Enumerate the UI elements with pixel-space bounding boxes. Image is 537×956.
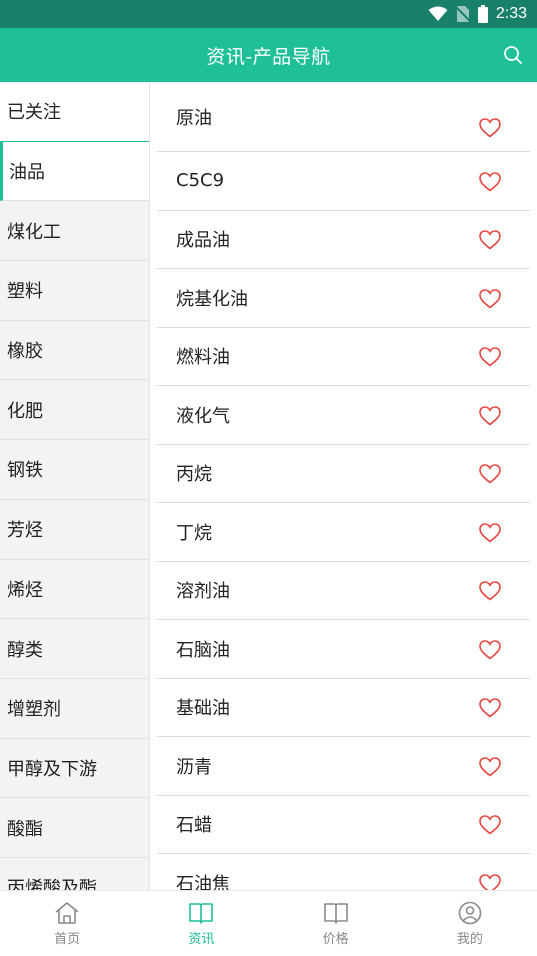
product-label: 原油 [176,107,212,129]
product-label: 烷基化油 [176,288,248,310]
product-label: 基础油 [176,698,230,720]
app-bar: 资讯-产品导航 [0,28,537,82]
heart-outline-icon[interactable] [478,873,502,890]
sidebar-item-acid-esters[interactable]: 酸酯 [0,798,149,858]
sidebar-item-oil[interactable]: 油品 [0,141,149,202]
list-item[interactable]: 液化气 [157,386,530,445]
heart-outline-icon[interactable] [478,463,502,485]
sidebar-item-label: 甲醇及下游 [7,758,97,780]
list-item[interactable]: 燃料油 [157,328,530,386]
list-item[interactable]: 石油焦 [157,854,530,890]
book-icon [323,901,349,925]
user-icon [457,901,483,925]
product-label: 石油焦 [176,873,230,890]
nav-label: 资讯 [188,932,215,947]
status-bar: 2:33 [0,0,537,28]
nav-label: 首页 [54,932,81,947]
sidebar-item-label: 酸酯 [7,818,43,840]
product-label: 成品油 [176,230,230,252]
home-icon [54,901,80,925]
product-label: 丙烷 [176,464,212,486]
heart-outline-icon[interactable] [478,346,502,368]
heart-outline-icon[interactable] [478,288,502,310]
sidebar-item-label: 芳烃 [7,520,43,542]
list-item[interactable]: 烷基化油 [157,269,530,328]
heart-outline-icon[interactable] [478,814,502,836]
no-sim-icon [455,5,470,23]
heart-outline-icon[interactable] [478,580,502,602]
list-item[interactable]: 基础油 [157,679,530,737]
nav-item-price[interactable]: 价格 [269,891,403,956]
nav-label: 我的 [456,932,483,947]
sidebar-item-plastics[interactable]: 塑料 [0,261,149,321]
sidebar-item-label: 煤化工 [7,221,61,243]
product-label: 燃料油 [176,347,230,369]
nav-item-news[interactable]: 资讯 [134,891,268,956]
list-item[interactable]: 丙烷 [157,445,530,503]
status-time: 2:33 [495,5,527,22]
sidebar-item-label: 橡胶 [7,341,43,363]
battery-icon [477,5,488,23]
nav-item-profile[interactable]: 我的 [403,891,537,956]
heart-outline-icon[interactable] [478,229,502,251]
sidebar-item-acrylic-acid[interactable]: 丙烯酸及酯 [0,858,149,890]
sidebar-item-label: 丙烯酸及酯 [7,878,97,890]
sidebar-item-label: 烯烃 [7,579,43,601]
sidebar-item-rubber[interactable]: 橡胶 [0,321,149,381]
search-button[interactable] [501,43,525,67]
product-label: 石脑油 [176,639,230,661]
product-label: 石蜡 [176,815,212,837]
sidebar-item-methanol-downstream[interactable]: 甲醇及下游 [0,739,149,799]
sidebar-item-label: 油品 [9,162,45,184]
product-list: 原油 C5C9 成品油 烷基化油 燃料油 液化气 丙烷 丁烷 溶剂油 石脑油 基… [150,82,537,890]
category-sidebar: 已关注 油品 煤化工 塑料 橡胶 化肥 钢铁 芳烃 烯烃 醇类 增塑剂 甲醇及下… [0,82,150,890]
list-item[interactable]: 溶剂油 [157,562,530,620]
list-item[interactable]: 沥青 [157,737,530,796]
heart-outline-icon[interactable] [478,639,502,661]
list-item[interactable]: 石脑油 [157,620,530,679]
sidebar-item-olefins[interactable]: 烯烃 [0,560,149,620]
heart-outline-icon[interactable] [478,171,502,193]
list-item[interactable]: 成品油 [157,211,530,269]
product-label: 液化气 [176,405,230,427]
search-icon [503,45,523,65]
sidebar-item-label: 塑料 [7,281,43,303]
heart-outline-icon[interactable] [478,756,502,778]
sidebar-item-alcohols[interactable]: 醇类 [0,619,149,679]
product-label: 沥青 [176,756,212,778]
nav-item-home[interactable]: 首页 [0,891,134,956]
product-label: C5C9 [176,170,225,192]
product-label: 丁烷 [176,522,212,544]
list-item[interactable]: C5C9 [157,152,530,211]
sidebar-item-aromatics[interactable]: 芳烃 [0,500,149,560]
sidebar-item-label: 化肥 [7,400,43,422]
sidebar-item-label: 钢铁 [7,460,43,482]
wifi-icon [428,6,448,22]
bottom-nav: 首页 资讯 价格 我的 [0,890,537,956]
sidebar-item-label: 醇类 [7,639,43,661]
nav-label: 价格 [322,932,349,947]
list-item[interactable]: 石蜡 [157,796,530,854]
heart-outline-icon[interactable] [478,117,502,139]
sidebar-item-coal-chemical[interactable]: 煤化工 [0,201,149,262]
list-item[interactable]: 原油 [157,82,530,152]
page-title: 资讯-产品导航 [206,45,331,68]
product-label: 溶剂油 [176,581,230,603]
sidebar-item-fertilizer[interactable]: 化肥 [0,380,149,441]
sidebar-item-plasticizers[interactable]: 增塑剂 [0,679,149,739]
sidebar-item-label: 已关注 [7,102,61,124]
sidebar-item-followed[interactable]: 已关注 [0,82,149,142]
sidebar-item-label: 增塑剂 [7,699,61,721]
book-icon [188,901,214,925]
sidebar-item-steel[interactable]: 钢铁 [0,440,149,500]
heart-outline-icon[interactable] [478,522,502,544]
heart-outline-icon[interactable] [478,697,502,719]
heart-outline-icon[interactable] [478,405,502,427]
list-item[interactable]: 丁烷 [157,503,530,562]
